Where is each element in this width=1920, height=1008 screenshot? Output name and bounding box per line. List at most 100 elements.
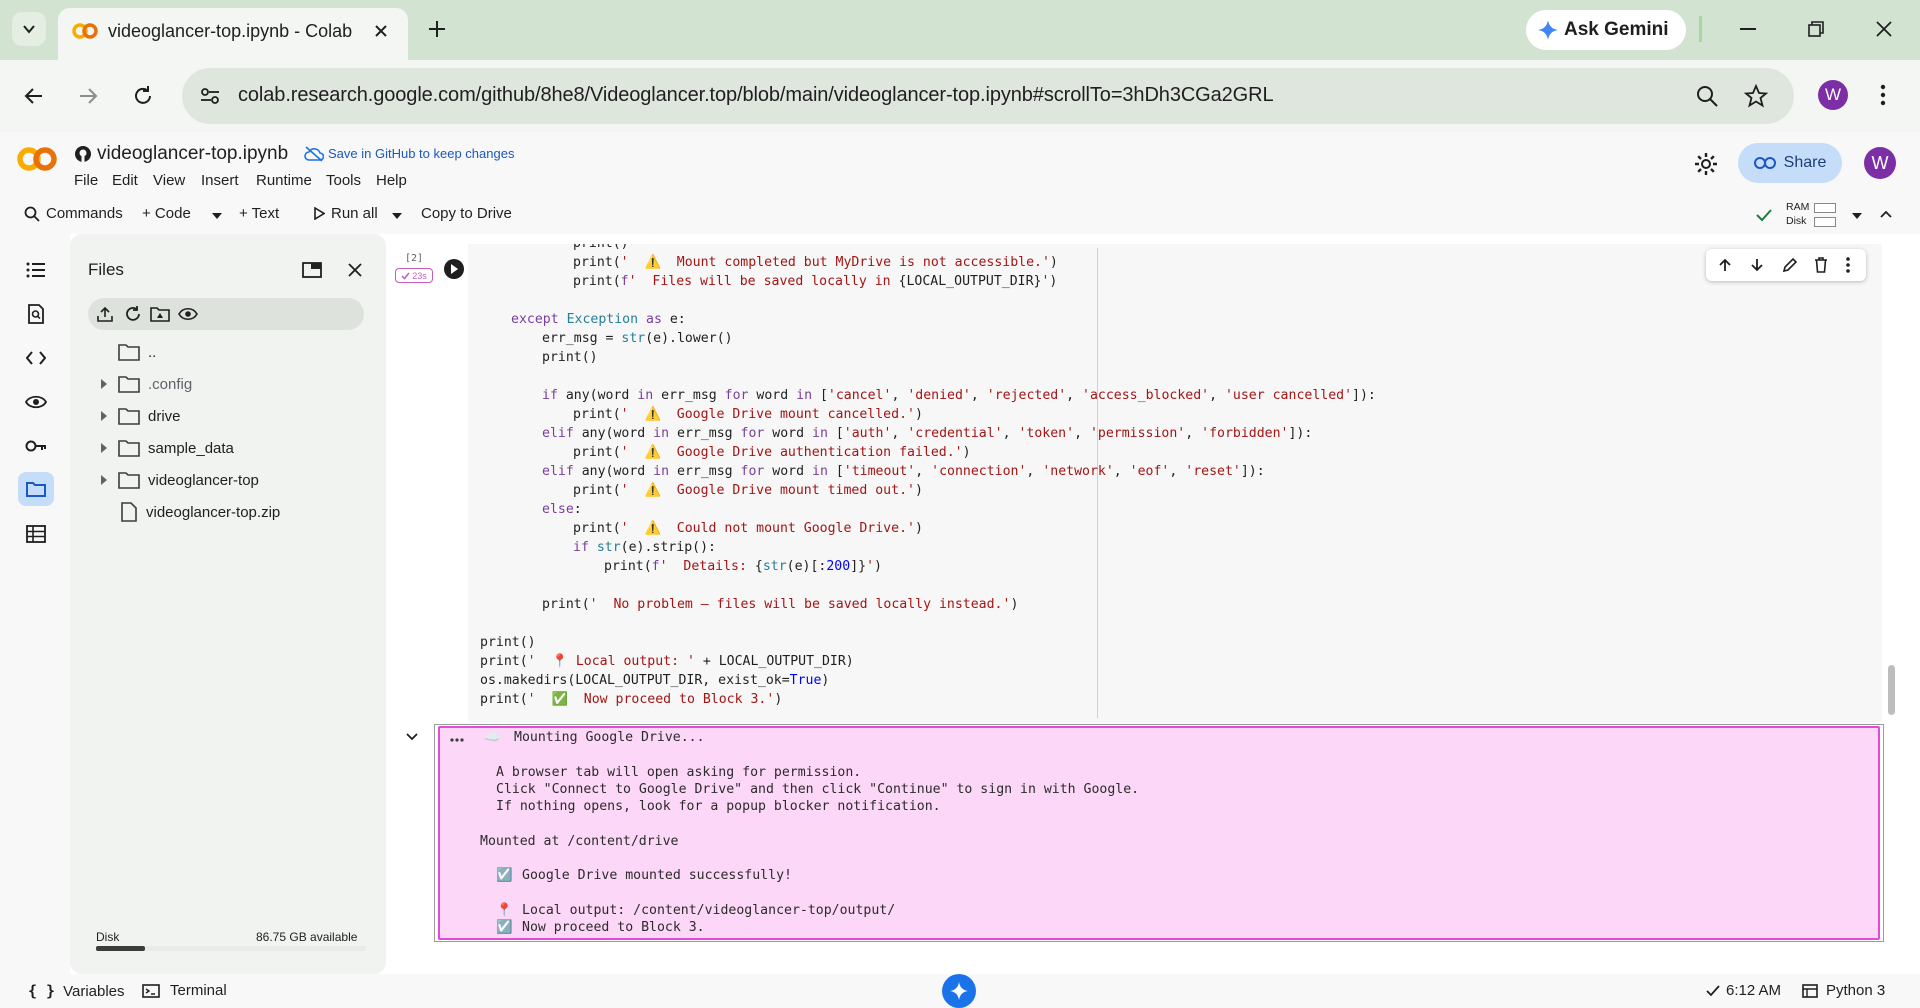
commands-button[interactable]: Commands <box>24 205 123 222</box>
open-in-tab-icon[interactable] <box>302 262 322 278</box>
resource-monitor[interactable]: RAM Disk <box>1786 201 1848 231</box>
variables-button[interactable]: { } Variables <box>28 982 125 1000</box>
code-line: print(' ⚠️ Google Drive authentication f… <box>573 445 971 460</box>
terminal-button[interactable]: Terminal <box>142 982 227 999</box>
add-code-label: + Code <box>142 205 191 222</box>
edit-pencil-icon[interactable] <box>1782 257 1798 273</box>
code-line: if str(e).strip(): <box>573 540 716 555</box>
output-pin-emoji: 📍 <box>496 903 513 918</box>
run-all-dropdown-icon[interactable] <box>392 213 402 219</box>
colab-logo[interactable] <box>16 146 58 172</box>
output-line: A browser tab will open asking for permi… <box>496 765 862 780</box>
add-text-label: + Text <box>239 205 280 222</box>
settings-gear-icon[interactable] <box>1694 152 1718 176</box>
output-menu-icon[interactable] <box>450 738 464 742</box>
file-item-parent[interactable]: .. <box>118 338 156 366</box>
show-hidden-icon[interactable] <box>178 307 198 321</box>
reload-icon[interactable] <box>132 85 154 107</box>
colab-avatar[interactable]: W <box>1864 147 1896 179</box>
back-icon[interactable] <box>24 86 44 106</box>
file-item-config[interactable]: .config <box>100 370 192 398</box>
file-item-zip[interactable]: videoglancer-top.zip <box>118 498 280 526</box>
menu-runtime[interactable]: Runtime <box>256 172 312 189</box>
notebook-name[interactable]: videoglancer-top.ipynb <box>97 143 288 165</box>
file-item-label: sample_data <box>148 439 234 457</box>
delete-icon[interactable] <box>1814 257 1828 273</box>
minimize-icon[interactable] <box>1740 28 1756 30</box>
code-line: else: <box>542 502 582 517</box>
close-panel-icon[interactable] <box>348 263 362 277</box>
upload-icon[interactable] <box>97 306 113 322</box>
variables-inspector-icon[interactable] <box>20 386 52 418</box>
file-item-sample-data[interactable]: sample_data <box>100 434 234 462</box>
site-info-icon[interactable] <box>200 86 220 106</box>
notebook-scrollbar-thumb[interactable] <box>1888 665 1895 715</box>
move-up-icon[interactable] <box>1718 258 1732 272</box>
menu-tools[interactable]: Tools <box>326 172 361 189</box>
zoom-icon[interactable] <box>1696 85 1718 107</box>
browser-tab[interactable]: videoglancer-top.ipynb - Colab <box>58 8 408 60</box>
add-code-dropdown-icon[interactable] <box>212 213 222 219</box>
cell-exec-time: 23s <box>412 270 427 281</box>
tab-search-button[interactable] <box>12 12 46 46</box>
mount-drive-icon[interactable] <box>150 306 170 322</box>
resource-dropdown-icon[interactable] <box>1852 213 1862 219</box>
tab-title: videoglancer-top.ipynb - Colab <box>108 21 353 41</box>
bookmark-star-icon[interactable] <box>1744 84 1768 108</box>
caret-right-icon[interactable] <box>100 379 108 389</box>
menu-view[interactable]: View <box>153 172 185 189</box>
refresh-icon[interactable] <box>125 306 141 322</box>
files-folder-icon[interactable] <box>18 472 54 506</box>
new-tab-icon[interactable] <box>428 20 446 38</box>
caret-right-icon[interactable] <box>100 475 108 485</box>
browser-menu-icon[interactable] <box>1880 84 1886 106</box>
code-line: print() <box>480 635 536 650</box>
cloud-off-icon <box>304 146 324 162</box>
output-line: If nothing opens, look for a popup block… <box>496 799 941 814</box>
disk-label: Disk <box>1786 215 1807 227</box>
save-in-github-link[interactable]: Save in GitHub to keep changes <box>328 146 514 161</box>
caret-right-icon[interactable] <box>100 443 108 453</box>
ask-gemini-button[interactable]: Ask Gemini <box>1526 10 1686 50</box>
more-options-icon[interactable] <box>1846 257 1850 273</box>
link-icon <box>1753 157 1776 169</box>
file-item-drive[interactable]: drive <box>100 402 181 430</box>
menu-insert[interactable]: Insert <box>201 172 239 189</box>
code-line: print(f' Details: {str(e)[:200]}') <box>604 559 882 574</box>
copy-to-drive-button[interactable]: Copy to Drive <box>421 205 512 222</box>
collapse-output-icon[interactable] <box>406 733 418 741</box>
collapse-header-icon[interactable] <box>1880 210 1892 218</box>
find-replace-icon[interactable] <box>20 298 52 330</box>
folder-icon <box>118 472 140 489</box>
chevron-down-icon <box>23 25 35 34</box>
code-line: print(' ⚠️ Google Drive mount cancelled.… <box>573 407 923 422</box>
gemini-fab[interactable] <box>942 974 976 1008</box>
terminal-icon <box>142 983 160 998</box>
table-of-contents-icon[interactable] <box>20 254 52 286</box>
file-item-label: .. <box>148 343 157 361</box>
code-line: print(' ⚠️ Could not mount Google Drive.… <box>573 521 923 536</box>
menu-edit[interactable]: Edit <box>112 172 138 189</box>
omnibox[interactable]: colab.research.google.com/github/8he8/Vi… <box>182 68 1794 124</box>
data-table-icon[interactable] <box>20 518 52 550</box>
close-window-icon[interactable] <box>1876 21 1892 37</box>
add-code-button[interactable]: + Code <box>142 205 191 222</box>
forward-icon[interactable] <box>78 86 98 106</box>
code-snippets-icon[interactable] <box>20 342 52 374</box>
file-item-videoglancer-top[interactable]: videoglancer-top <box>100 466 259 494</box>
move-down-icon[interactable] <box>1750 258 1764 272</box>
secrets-key-icon[interactable] <box>20 430 52 462</box>
code-line: print(' ✅ Now proceed to Block 3.') <box>480 692 783 707</box>
code-line: err_msg = str(e).lower() <box>542 331 733 346</box>
menu-file[interactable]: File <box>74 172 98 189</box>
add-text-button[interactable]: + Text <box>239 205 279 222</box>
kernel-status[interactable]: Python 3 <box>1802 982 1885 999</box>
run-all-button[interactable]: Run all <box>314 205 378 222</box>
caret-right-icon[interactable] <box>100 411 108 421</box>
share-button[interactable]: Share <box>1738 143 1842 183</box>
execution-status[interactable]: 6:12 AM <box>1706 982 1781 999</box>
menu-help[interactable]: Help <box>376 172 407 189</box>
close-tab-icon[interactable] <box>374 24 388 38</box>
restore-icon[interactable] <box>1808 21 1824 37</box>
browser-profile-avatar[interactable]: W <box>1818 80 1848 110</box>
